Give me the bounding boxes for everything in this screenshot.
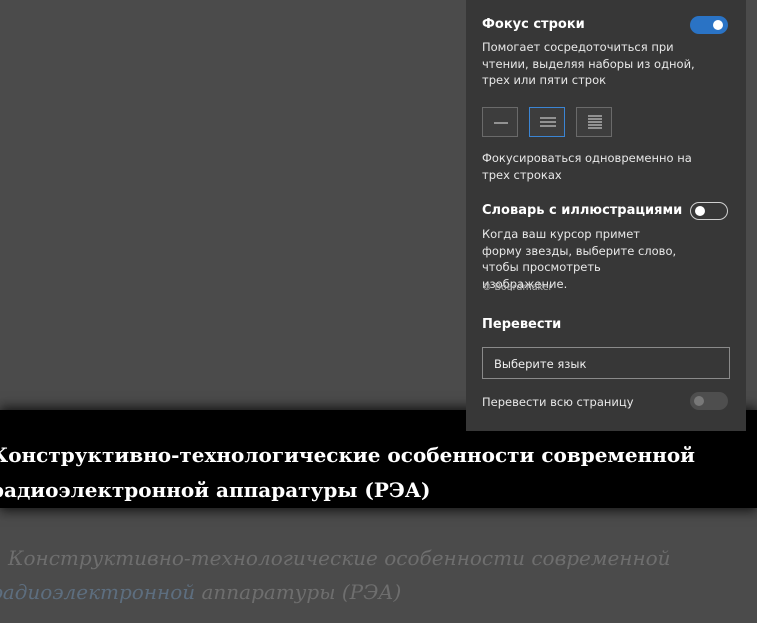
line-focus-description: Помогает сосредоточиться при чтении, выд…	[482, 40, 695, 87]
toggle-knob	[713, 20, 723, 30]
picture-dictionary-toggle[interactable]	[690, 202, 728, 220]
dimmed-line-1: Конструктивно-технологические особенност…	[8, 546, 671, 570]
boardmaker-credit: © Boardmaker	[482, 282, 553, 293]
translate-whole-page-label: Перевести всю страницу	[482, 395, 634, 409]
line-focus-title: Фокус строки	[482, 17, 585, 32]
five-lines-icon	[588, 115, 602, 129]
focused-text: Конструктивно-технологические особенност…	[0, 438, 730, 508]
language-select-placeholder: Выберите язык	[494, 357, 587, 371]
line-focus-one-line-button[interactable]	[482, 107, 518, 137]
translate-title: Перевести	[482, 317, 562, 332]
translate-whole-page-toggle[interactable]	[690, 392, 728, 410]
toggle-knob	[694, 396, 704, 406]
line-focus-status: Фокусироваться одновременно на трех стро…	[482, 151, 692, 182]
focused-line-2: радиоэлектронной аппаратуры (РЭА)	[0, 478, 431, 502]
focused-line-1: Конструктивно-технологические особенност…	[0, 443, 696, 467]
line-focus-five-lines-button[interactable]	[576, 107, 612, 137]
one-line-icon	[494, 122, 508, 124]
language-select[interactable]: Выберите язык	[482, 347, 730, 379]
toggle-knob	[695, 205, 705, 216]
three-lines-icon	[540, 117, 556, 127]
dimmed-word-link[interactable]: радиоэлектронной	[0, 580, 195, 604]
line-focus-three-lines-button[interactable]	[529, 107, 565, 137]
picture-dictionary-title: Словарь с иллюстрациями	[482, 203, 683, 218]
line-focus-toggle[interactable]	[690, 16, 728, 34]
dimmed-line-2-rest: аппаратуры (РЭА)	[195, 580, 402, 604]
reading-preferences-panel: Фокус строки Помогает сосредоточиться пр…	[466, 0, 746, 431]
dimmed-text: Конструктивно-технологические особенност…	[0, 541, 730, 609]
